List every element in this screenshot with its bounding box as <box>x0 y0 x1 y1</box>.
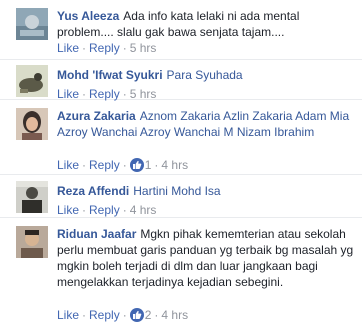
comment-item: Yus Aleeza Ada info kata lelaki ni ada me… <box>0 0 362 60</box>
thumbs-up-icon[interactable] <box>129 308 144 322</box>
commenter-name[interactable]: Riduan Jaafar <box>57 227 136 241</box>
avatar[interactable] <box>16 8 48 40</box>
separator: · <box>82 158 87 172</box>
like-link[interactable]: Like <box>57 87 79 101</box>
avatar[interactable] <box>16 226 48 258</box>
avatar[interactable] <box>16 65 48 97</box>
separator: · <box>82 87 87 101</box>
separator: · <box>154 308 159 322</box>
avatar[interactable] <box>16 108 48 140</box>
reply-link[interactable]: Reply <box>89 308 120 322</box>
comment-item: Riduan Jaafar Mgkn pihak kememterian atau… <box>0 218 362 328</box>
reply-link[interactable]: Reply <box>89 87 120 101</box>
comment-timestamp[interactable]: 4 hrs <box>130 203 157 217</box>
comment-timestamp[interactable]: 4 hrs <box>161 158 188 172</box>
like-link[interactable]: Like <box>57 308 79 322</box>
separator: · <box>122 87 127 101</box>
comment-timestamp[interactable]: 5 hrs <box>130 41 157 55</box>
comment-timestamp[interactable]: 5 hrs <box>130 87 157 101</box>
separator: · <box>82 308 87 322</box>
avatar-image <box>16 108 48 140</box>
separator: · <box>82 203 87 217</box>
commenter-name[interactable]: Reza Affendi <box>57 184 129 198</box>
comment-item: Azura Zakaria Aznom Zakaria Azlin Zakaria… <box>0 100 362 175</box>
separator: · <box>122 308 127 322</box>
reply-link[interactable]: Reply <box>89 41 120 55</box>
comment-text[interactable]: Para Syuhada <box>167 68 243 82</box>
commenter-name[interactable]: Yus Aleeza <box>57 9 119 23</box>
separator: · <box>82 41 87 55</box>
like-link[interactable]: Like <box>57 203 79 217</box>
reply-link[interactable]: Reply <box>89 158 120 172</box>
comment-text[interactable]: Hartini Mohd Isa <box>133 184 220 198</box>
avatar-image <box>16 181 48 213</box>
commenter-name[interactable]: Azura Zakaria <box>57 109 136 123</box>
avatar-image <box>16 65 48 97</box>
comment-timestamp[interactable]: 4 hrs <box>161 308 188 322</box>
separator: · <box>154 158 159 172</box>
avatar-image <box>16 8 48 40</box>
commenter-name[interactable]: Mohd 'Ifwat Syukri <box>57 68 163 82</box>
comment-item: Mohd 'Ifwat Syukri Para Syuhada Like · Repl… <box>0 60 362 101</box>
comment-list: Yus Aleeza Ada info kata lelaki ni ada me… <box>0 0 362 328</box>
like-link[interactable]: Like <box>57 41 79 55</box>
avatar-image <box>16 226 48 258</box>
separator: · <box>122 203 127 217</box>
like-link[interactable]: Like <box>57 158 79 172</box>
separator: · <box>122 158 127 172</box>
thumbs-up-icon[interactable] <box>129 158 144 172</box>
comment-item: Reza Affendi Hartini Mohd Isa Like · Reply ·… <box>0 175 362 218</box>
avatar[interactable] <box>16 181 48 213</box>
reply-link[interactable]: Reply <box>89 203 120 217</box>
separator: · <box>122 41 127 55</box>
